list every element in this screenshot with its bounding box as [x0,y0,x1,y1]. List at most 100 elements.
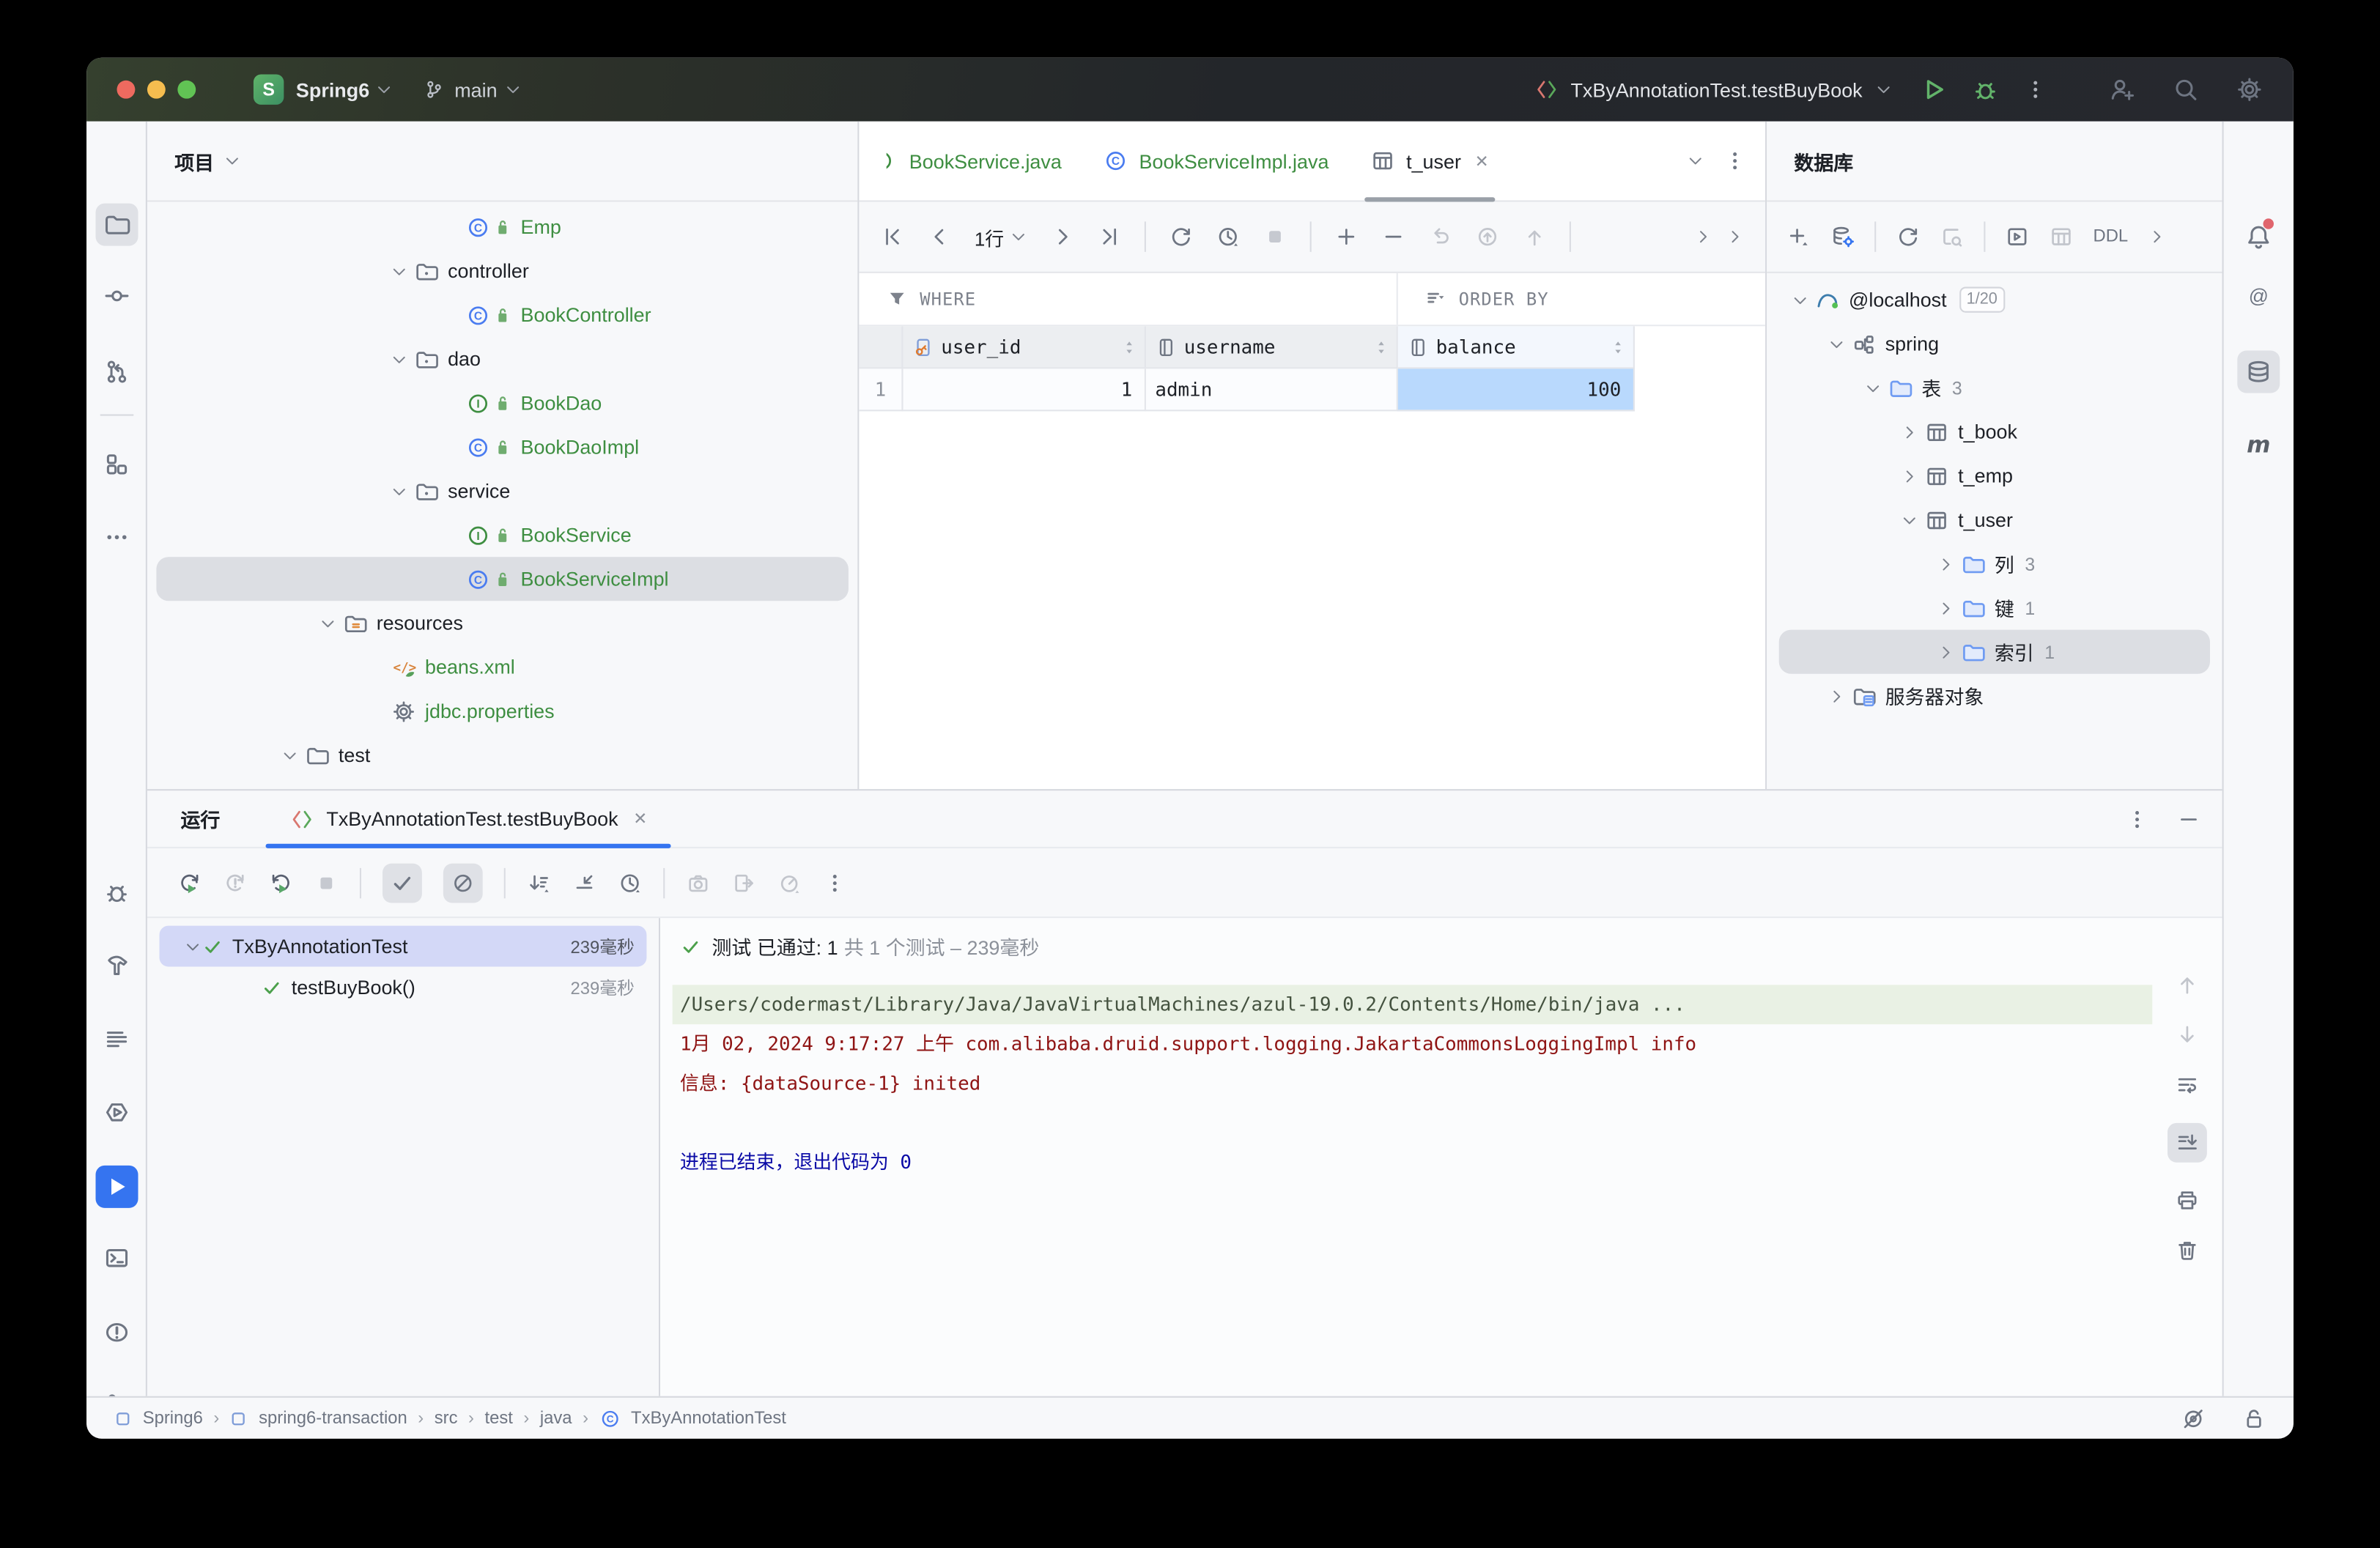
ai-assistant-button[interactable] [2237,275,2280,317]
stop-button[interactable] [1263,225,1287,249]
column-header-user-id[interactable]: user_id [903,326,1146,369]
project-selector[interactable]: Spring6 [296,78,369,101]
clear-console-button[interactable] [2175,1238,2199,1262]
rerun-failed-tests-button[interactable] [223,870,248,895]
services-tool-button[interactable] [96,1091,138,1133]
sort-icon[interactable] [1609,338,1627,356]
refresh-button[interactable] [1896,225,1920,249]
next-page-button[interactable] [1051,225,1075,249]
collapse-all-button[interactable] [572,870,596,895]
cell-username[interactable]: admin [1146,369,1398,411]
add-user-button[interactable] [2108,76,2135,103]
tab-bookservice-java[interactable]: BookService.java [865,122,1083,201]
rerun-button[interactable] [177,870,202,895]
db-item-keys-folder[interactable]: 键 1 [1779,586,2210,630]
more-tools-button[interactable] [96,516,138,558]
db-item-t-emp[interactable]: t_emp [1779,453,2210,497]
chevron-right-icon[interactable] [2148,228,2166,246]
page-size-selector[interactable]: 1行 [975,222,1028,251]
maximize-window-button[interactable] [177,81,196,99]
more-actions-button[interactable] [2023,78,2047,102]
breadcrumb-src[interactable]: src [435,1409,458,1427]
delete-row-button[interactable] [1382,225,1406,249]
row-number-cell[interactable]: 1 [859,369,903,411]
db-item-indexes-folder-selected[interactable]: 索引 1 [1779,630,2210,674]
chevron-right-icon[interactable] [1726,228,1744,246]
capture-memory-snapshot-button[interactable] [731,870,755,895]
run-tool-button[interactable] [96,1166,138,1208]
unlock-icon[interactable] [2242,1406,2266,1430]
stop-process-button[interactable] [314,870,339,895]
cell-user-id[interactable]: 1 [903,369,1146,411]
cancel-query-button[interactable] [1940,225,1964,249]
tree-item-test[interactable]: test [156,733,849,777]
rerun-test-button[interactable] [269,870,293,895]
capture-snapshot-button[interactable] [686,870,710,895]
test-tree-item-method[interactable]: testBuyBook() 239毫秒 [160,967,647,1008]
auto-refresh-button[interactable] [1216,225,1241,249]
tree-item-emp[interactable]: Emp [156,205,849,249]
close-tab-icon[interactable]: ✕ [1475,151,1489,171]
column-header-balance[interactable]: balance [1398,326,1635,369]
console-output[interactable]: /Users/codermast/Library/Java/JavaVirtua… [660,985,2152,1182]
sort-by-duration-button[interactable] [527,870,551,895]
revert-changes-button[interactable] [1429,225,1453,249]
run-configuration-selector[interactable]: TxByAnnotationTest.testBuyBook [1534,78,1893,102]
db-item-localhost[interactable]: @localhost 1/20 [1779,278,2210,322]
database-panel-title[interactable]: 数据库 [1794,147,1853,175]
breadcrumb-class[interactable]: TxByAnnotationTest [631,1409,786,1427]
tree-item-service[interactable]: service [156,469,849,513]
more-options-button[interactable] [823,870,847,895]
breadcrumb-module[interactable]: spring6-transaction [259,1409,407,1427]
debug-tool-button[interactable] [96,871,138,914]
pull-requests-tool-button[interactable] [96,351,138,393]
tree-item-bookcontroller[interactable]: BookController [156,293,849,337]
order-by-filter-field[interactable]: ORDER BY [1398,273,1549,325]
reload-data-button[interactable] [1169,225,1194,249]
soft-wrap-button[interactable] [2175,1073,2199,1097]
tree-item-jdbc-properties[interactable]: jdbc.properties [156,689,849,733]
profiler-button[interactable] [777,870,802,895]
run-tab-testbuybook[interactable]: TxByAnnotationTest.testBuyBook ✕ [266,790,672,847]
project-tool-button[interactable] [96,204,138,246]
commit-tool-button[interactable] [96,275,138,317]
test-history-button[interactable] [618,870,642,895]
notifications-button[interactable] [2237,215,2280,258]
tree-item-beans-xml[interactable]: beans.xml [156,645,849,689]
tree-item-bookdao[interactable]: BookDao [156,381,849,425]
scroll-to-end-toggle[interactable] [2168,1123,2207,1163]
todo-tool-button[interactable] [96,1018,138,1061]
search-button[interactable] [2172,76,2199,103]
next-occurrence-button[interactable] [2175,1023,2199,1047]
test-tree-item-class[interactable]: TxByAnnotationTest 239毫秒 [160,926,647,967]
breadcrumb-test[interactable]: test [484,1409,512,1427]
ai-assistant-disabled-icon[interactable] [2181,1406,2206,1430]
tab-list-chevron-icon[interactable] [1686,152,1704,170]
show-passed-toggle[interactable] [382,863,422,903]
branch-selector[interactable]: main [454,78,497,101]
database-tool-button[interactable] [2237,351,2280,393]
problems-tool-button[interactable] [96,1311,138,1354]
build-tool-button[interactable] [96,944,138,986]
hide-panel-icon[interactable] [2176,807,2200,831]
tree-item-resources[interactable]: resources [156,601,849,645]
close-tab-icon[interactable]: ✕ [633,809,647,829]
minimize-window-button[interactable] [147,81,166,99]
cell-balance-selected[interactable]: 100 [1398,369,1635,411]
sort-icon[interactable] [1120,338,1139,356]
run-button[interactable] [1920,76,1947,103]
upload-button[interactable] [1523,225,1548,249]
prev-occurrence-button[interactable] [2175,973,2199,997]
terminal-tool-button[interactable] [96,1237,138,1279]
print-button[interactable] [2175,1188,2199,1212]
jump-to-console-button[interactable] [2005,225,2029,249]
tree-item-controller[interactable]: controller [156,249,849,293]
new-datasource-button[interactable] [1786,225,1811,249]
first-page-button[interactable] [880,225,904,249]
maven-tool-button[interactable]: m [2237,423,2280,466]
db-item-tables-folder[interactable]: 表 3 [1779,366,2210,410]
tab-bookserviceimpl-java[interactable]: BookServiceImpl.java [1083,122,1350,201]
tree-item-bookserviceimpl-selected[interactable]: BookServiceImpl [156,557,849,601]
tree-item-dao[interactable]: dao [156,337,849,381]
settings-button[interactable] [2236,76,2263,103]
